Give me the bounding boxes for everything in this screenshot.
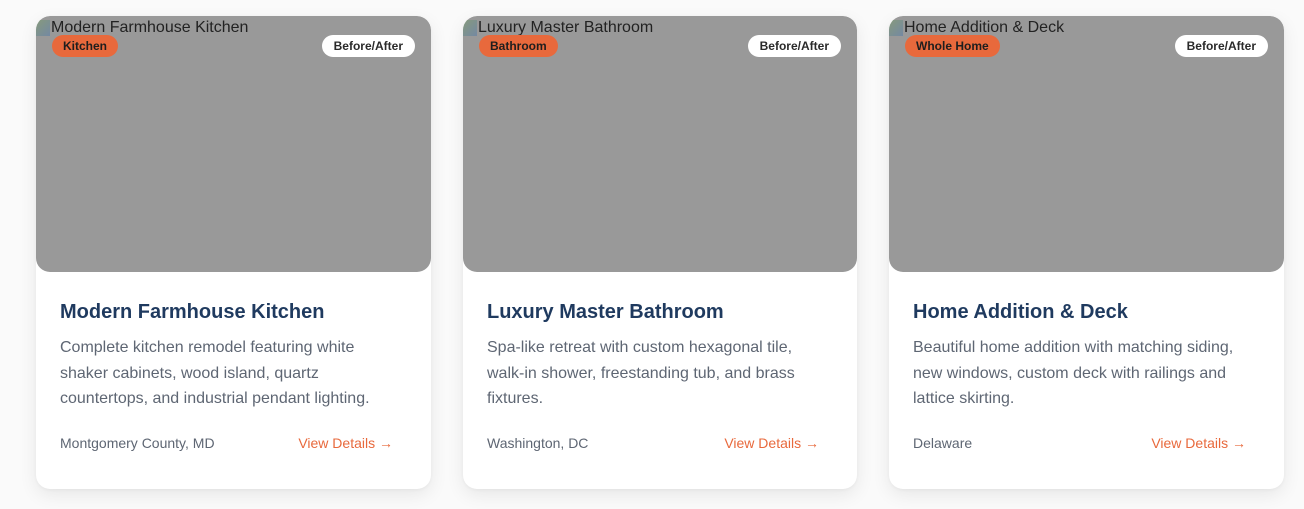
project-location: Delaware <box>913 435 973 451</box>
project-card[interactable]: Home Addition & Deck Whole Home Before/A… <box>889 16 1284 489</box>
project-description: Beautiful home addition with matching si… <box>913 339 1234 407</box>
card-body: Modern Farmhouse Kitchen Complete kitche… <box>36 272 431 412</box>
before-after-badge: Before/After <box>747 35 841 57</box>
category-badge: Bathroom <box>479 35 558 57</box>
project-image[interactable]: Home Addition & Deck Whole Home Before/A… <box>889 16 1284 272</box>
broken-image-icon <box>889 20 903 36</box>
project-card[interactable]: Modern Farmhouse Kitchen Kitchen Before/… <box>36 16 431 489</box>
category-badge: Kitchen <box>52 35 119 57</box>
card-footer: Delaware View Details → <box>913 435 1246 451</box>
card-body: Home Addition & Deck Beautiful home addi… <box>889 272 1284 412</box>
project-location: Montgomery County, MD <box>60 435 215 451</box>
view-details-link[interactable]: View Details → <box>724 435 819 451</box>
broken-image-icon <box>463 20 477 36</box>
project-title: Modern Farmhouse Kitchen <box>60 301 325 323</box>
project-location: Washington, DC <box>487 435 589 451</box>
card-body: Luxury Master Bathroom Spa-like retreat … <box>463 272 857 412</box>
broken-image-icon <box>36 20 50 36</box>
before-after-badge: Before/After <box>321 35 415 57</box>
before-after-badge: Before/After <box>1174 35 1268 57</box>
project-description: Spa-like retreat with custom hexagonal t… <box>487 339 795 407</box>
project-description: Complete kitchen remodel featuring white… <box>60 339 370 407</box>
view-details-link[interactable]: View Details → <box>1151 435 1246 451</box>
project-grid: Modern Farmhouse Kitchen Kitchen Before/… <box>36 16 1284 489</box>
project-card[interactable]: Luxury Master Bathroom Bathroom Before/A… <box>463 16 857 489</box>
project-image[interactable]: Luxury Master Bathroom Bathroom Before/A… <box>463 16 857 272</box>
view-details-link[interactable]: View Details → <box>298 435 393 451</box>
category-badge: Whole Home <box>905 35 1000 57</box>
project-title: Luxury Master Bathroom <box>487 301 724 323</box>
card-footer: Washington, DC View Details → <box>487 435 819 451</box>
project-title: Home Addition & Deck <box>913 301 1128 323</box>
project-image[interactable]: Modern Farmhouse Kitchen Kitchen Before/… <box>36 16 431 272</box>
card-footer: Montgomery County, MD View Details → <box>60 435 393 451</box>
